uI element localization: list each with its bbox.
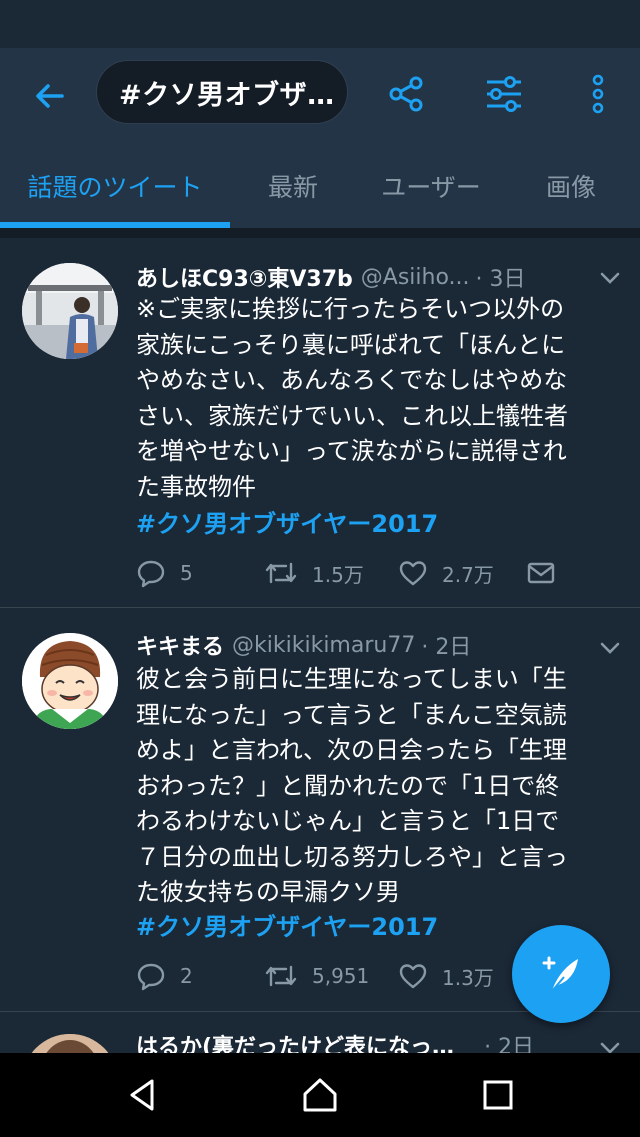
back-arrow-icon <box>36 84 64 108</box>
author-name[interactable]: キキまる <box>136 629 224 661</box>
tweet-time: · 3日 <box>475 267 526 292</box>
tweet-item[interactable]: あしほC93③東V37b @Asiiho... · 3日 ※ご実家に挨拶に行った… <box>0 238 640 608</box>
tweet-header: はるか(裏だったけど表になっ… · 2日 <box>136 1028 624 1053</box>
search-query-text: #クソ男オブザ… <box>119 79 335 111</box>
like-icon <box>399 561 427 586</box>
reply-icon <box>137 560 165 588</box>
search-filter-button[interactable] <box>482 72 526 116</box>
reply-icon <box>137 963 165 991</box>
tweet-header: あしほC93③東V37b @Asiiho... · 3日 <box>136 260 624 294</box>
tweet-time: · 2日 <box>484 1035 535 1053</box>
filter-icon <box>487 76 521 112</box>
avatar[interactable] <box>22 1034 118 1053</box>
tab-latest[interactable]: 最新 <box>230 144 356 228</box>
tab-users[interactable]: ユーザー <box>356 144 506 228</box>
tweet-text: ※ご実家に挨拶に行ったらそいつ以外の 家族にこっそり裏に呼ばれて「ほんとに やめ… <box>136 295 568 501</box>
system-recents-button[interactable] <box>476 1073 520 1117</box>
chevron-down-icon[interactable] <box>598 266 622 290</box>
tab-top-tweets[interactable]: 話題のツイート <box>0 144 230 228</box>
hashtag-link[interactable]: #クソ男オブザイヤー2017 <box>136 907 438 942</box>
avatar-photo <box>22 263 118 359</box>
more-options-button[interactable] <box>578 72 618 116</box>
avatar-photo <box>22 1034 118 1053</box>
tweet-time: · 2日 <box>421 635 472 660</box>
hashtag-link[interactable]: #クソ男オブザイヤー2017 <box>136 504 438 539</box>
like-button[interactable]: 1.3万 <box>398 959 494 993</box>
chevron-down-icon[interactable] <box>598 1036 622 1053</box>
nav-back-icon <box>130 1079 154 1111</box>
retweet-icon <box>265 562 297 584</box>
app-bar: #クソ男オブザ… <box>0 48 640 144</box>
status-bar <box>0 0 640 48</box>
avatar-illustration <box>22 633 118 729</box>
retweet-count: 5,951 <box>312 964 370 988</box>
tweet-text: 彼と会う前日に生理になってしまい「生 理になった」って言うと「まんこ空気読 めよ… <box>136 665 568 906</box>
retweet-count: 1.5万 <box>312 562 364 587</box>
more-vert-icon <box>592 74 604 114</box>
author-name[interactable]: あしほC93③東V37b <box>136 261 353 293</box>
reply-button[interactable]: 2 <box>136 959 193 993</box>
retweet-icon <box>265 965 297 987</box>
system-home-button[interactable] <box>298 1073 342 1117</box>
author-handle[interactable]: @Asiiho... <box>361 265 470 290</box>
share-icon <box>389 76 423 112</box>
search-query-field[interactable]: #クソ男オブザ… <box>96 60 348 124</box>
retweet-button[interactable]: 1.5万 <box>264 556 364 590</box>
retweet-button[interactable]: 5,951 <box>264 959 369 993</box>
chevron-down-icon[interactable] <box>598 636 622 660</box>
compose-tweet-button[interactable] <box>512 925 610 1023</box>
avatar[interactable] <box>22 263 118 359</box>
tweet-actions: 5 1.5万 2.7万 <box>136 556 616 590</box>
direct-message-button[interactable] <box>526 556 570 590</box>
system-navigation-bar <box>0 1053 640 1137</box>
tweet-header: キキまる @kikikikimaru77 · 2日 <box>136 628 624 662</box>
reply-count: 5 <box>180 561 193 585</box>
tab-images[interactable]: 画像 <box>506 144 636 228</box>
author-name[interactable]: はるか(裏だったけど表になっ… <box>136 1029 454 1053</box>
tab-divider <box>0 228 640 238</box>
like-count: 1.3万 <box>442 965 494 990</box>
reply-button[interactable]: 5 <box>136 556 193 590</box>
reply-count: 2 <box>180 964 193 988</box>
like-icon <box>399 964 427 989</box>
like-button[interactable]: 2.7万 <box>398 556 494 590</box>
author-handle[interactable]: @kikikikimaru77 <box>232 633 415 658</box>
dm-icon <box>527 562 555 584</box>
share-button[interactable] <box>384 72 428 116</box>
like-count: 2.7万 <box>442 562 494 587</box>
compose-icon <box>542 956 578 992</box>
back-button[interactable] <box>28 74 72 118</box>
nav-recents-icon <box>483 1080 513 1110</box>
nav-home-icon <box>303 1078 337 1112</box>
avatar[interactable] <box>22 633 118 729</box>
system-back-button[interactable] <box>120 1073 164 1117</box>
search-tabs: 話題のツイート 最新 ユーザー 画像 <box>0 144 640 228</box>
